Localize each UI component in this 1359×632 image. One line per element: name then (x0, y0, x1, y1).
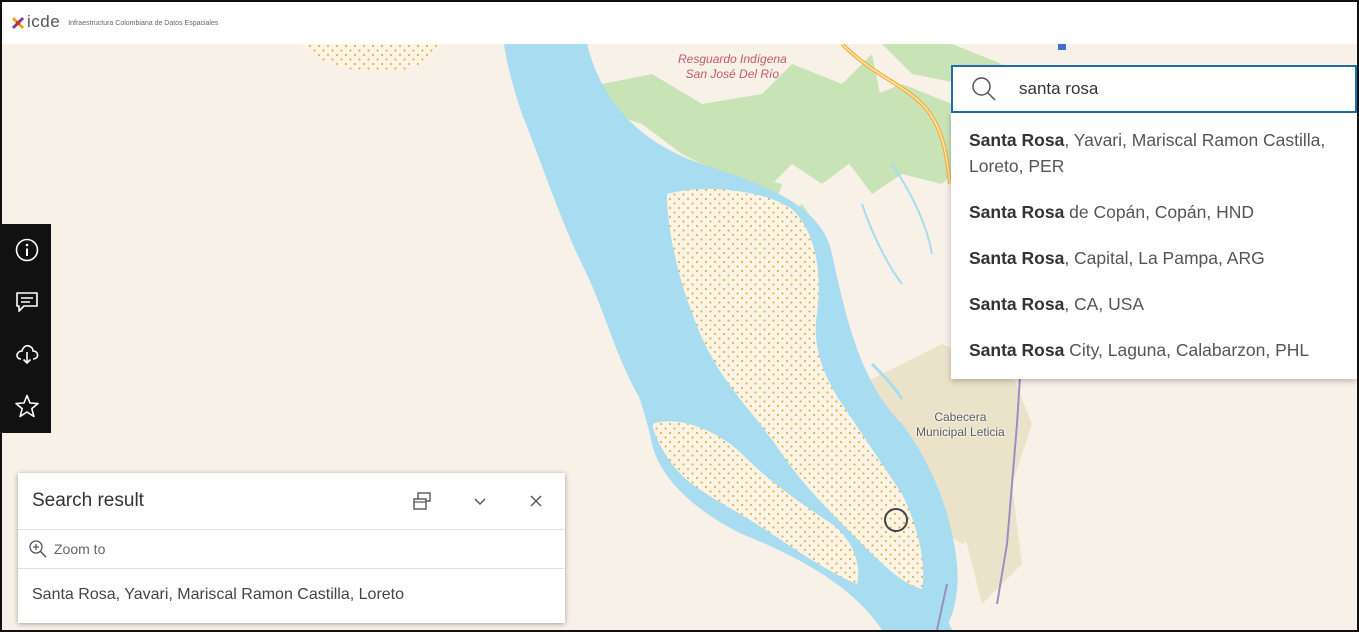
side-toolbar (2, 224, 51, 433)
download-button[interactable] (2, 328, 51, 380)
suggestion-list: Santa Rosa, Yavari, Mariscal Ramon Casti… (951, 113, 1357, 379)
suggestion-item[interactable]: Santa Rosa, CA, USA (951, 281, 1357, 327)
favorite-button[interactable] (2, 380, 51, 432)
suggestion-item[interactable]: Santa Rosa City, Laguna, Calabarzon, PHL (951, 327, 1357, 373)
collapse-button[interactable] (468, 489, 492, 513)
map-label-cabecera: Cabecera Municipal Leticia (916, 410, 1005, 439)
star-icon (14, 394, 39, 418)
info-button[interactable] (2, 224, 51, 276)
app-header: icde Infraestructura Colombiana de Datos… (2, 2, 1357, 44)
map-viewer: icde Infraestructura Colombiana de Datos… (0, 0, 1359, 632)
search-input[interactable] (1017, 78, 1321, 100)
search-widget: Santa Rosa, Yavari, Mariscal Ramon Casti… (951, 65, 1357, 379)
search-result-panel: Search result Zoom to Santa Rosa, Yavari… (18, 473, 565, 623)
result-panel-header: Search result (18, 473, 565, 530)
zoom-to-button[interactable]: Zoom to (18, 530, 565, 569)
logo-text: icde (27, 12, 61, 31)
close-icon (530, 495, 542, 507)
suggestion-item[interactable]: Santa Rosa de Copán, Copán, HND (951, 189, 1357, 235)
result-panel-title: Search result (32, 490, 144, 511)
suggestion-item[interactable]: Santa Rosa, Yavari, Mariscal Ramon Casti… (951, 117, 1357, 189)
info-icon (15, 238, 38, 262)
search-icon (972, 77, 996, 101)
zoom-in-icon (29, 540, 47, 558)
search-box[interactable] (951, 65, 1357, 113)
chevron-down-icon (474, 498, 486, 505)
logo-icon (11, 16, 25, 30)
zoom-to-label: Zoom to (54, 541, 106, 557)
close-button[interactable] (524, 489, 548, 513)
header-subtitle: Infraestructura Colombiana de Datos Espa… (68, 19, 219, 27)
comment-button[interactable] (2, 276, 51, 328)
cloud-download-icon (15, 344, 38, 365)
suggestion-item[interactable]: Santa Rosa, Capital, La Pampa, ARG (951, 235, 1357, 281)
comment-icon (15, 292, 38, 312)
dock-button[interactable] (410, 489, 434, 513)
map-label-resguardo: Resguardo Indígena San José Del Río (678, 52, 787, 81)
result-item[interactable]: Santa Rosa, Yavari, Mariscal Ramon Casti… (32, 586, 404, 604)
dock-icon (413, 492, 431, 510)
